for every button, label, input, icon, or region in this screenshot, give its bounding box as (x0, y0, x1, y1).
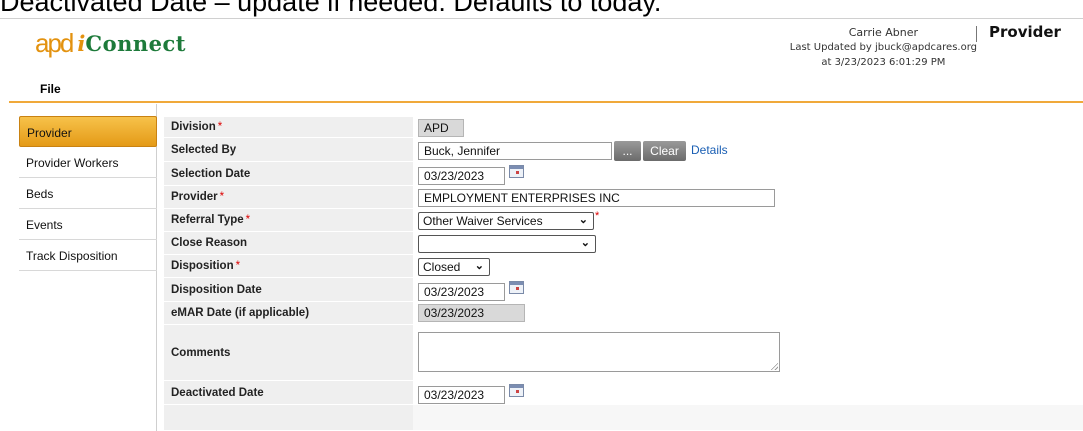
clear-button[interactable]: Clear (643, 141, 686, 161)
logo-mark: apd (35, 28, 74, 58)
selection-date-label: Selection Date (164, 162, 413, 185)
comments-row: Comments (164, 325, 1083, 381)
chevron-down-icon: ⌄ (474, 260, 484, 272)
deactivated-date-row: Deactivated Date 03/23/2023 (164, 381, 1083, 405)
app-logo: apd i Connect (35, 30, 186, 56)
instruction-caption: Deactivated Date – update if needed. Def… (0, 0, 662, 17)
last-updated-by: Last Updated by jbuck@apdcares.org (789, 42, 977, 53)
division-label: Division * (164, 117, 413, 137)
empty-label (164, 405, 413, 430)
deactivated-date-field[interactable]: 03/23/2023 (418, 386, 505, 404)
calendar-icon[interactable] (509, 165, 524, 178)
provider-field[interactable]: EMPLOYMENT ENTERPRISES INC (418, 189, 775, 207)
referral-type-label: Referral Type * (164, 209, 413, 231)
page-title: Provider (989, 23, 1061, 41)
empty-row (164, 405, 1083, 431)
provider-row: Provider * EMPLOYMENT ENTERPRISES INC (164, 186, 1083, 209)
menu-bar: File (9, 73, 1083, 103)
disposition-date-row: Disposition Date 03/23/2023 (164, 278, 1083, 302)
disposition-date-field[interactable]: 03/23/2023 (418, 283, 505, 301)
disposition-select[interactable]: Closed ⌄ (418, 258, 490, 276)
disposition-date-label: Disposition Date (164, 278, 413, 301)
division-row: Division * APD (164, 117, 1083, 138)
details-link[interactable]: Details (691, 143, 728, 157)
selected-by-field[interactable]: Buck, Jennifer (418, 142, 612, 160)
sidebar: Provider Provider Workers Beds Events Tr… (9, 104, 157, 431)
user-info: Carrie Abner Last Updated by jbuck@apdca… (790, 25, 977, 70)
division-field: APD (418, 119, 464, 137)
user-name: Carrie Abner (848, 26, 919, 39)
close-reason-select[interactable]: ⌄ (418, 235, 596, 253)
header-separator (976, 26, 977, 42)
resize-grip-icon[interactable] (770, 362, 778, 370)
emar-date-field: 03/23/2023 (418, 304, 525, 322)
comments-textarea[interactable] (418, 332, 780, 372)
emar-date-label: eMAR Date (if applicable) (164, 302, 413, 324)
referral-type-row: Referral Type * Other Waiver Services ⌄ * (164, 209, 1083, 232)
selection-date-field[interactable]: 03/23/2023 (418, 167, 505, 185)
calendar-icon[interactable] (509, 384, 524, 397)
calendar-icon[interactable] (509, 281, 524, 294)
sidebar-item-track-disposition[interactable]: Track Disposition (19, 240, 157, 271)
sidebar-item-beds[interactable]: Beds (19, 178, 157, 209)
selection-date-row: Selection Date 03/23/2023 (164, 162, 1083, 186)
logo-i: i (77, 30, 86, 56)
comments-label: Comments (164, 325, 413, 380)
top-divider (0, 18, 1083, 19)
selected-by-label: Selected By (164, 138, 413, 161)
last-updated-at: at 3/23/2023 6:01:29 PM (821, 57, 946, 68)
disposition-label: Disposition * (164, 255, 413, 277)
deactivated-date-label: Deactivated Date (164, 381, 413, 404)
close-reason-row: Close Reason ⌄ (164, 232, 1083, 255)
sidebar-item-provider[interactable]: Provider (19, 116, 157, 147)
chevron-down-icon: ⌄ (578, 214, 588, 226)
close-reason-label: Close Reason (164, 232, 413, 254)
referral-type-select[interactable]: Other Waiver Services ⌄ (418, 212, 594, 230)
disposition-row: Disposition * Closed ⌄ (164, 255, 1083, 278)
logo-text: Connect (85, 30, 186, 56)
emar-date-row: eMAR Date (if applicable) 03/23/2023 (164, 302, 1083, 325)
file-menu[interactable]: File (40, 82, 61, 96)
sidebar-item-provider-workers[interactable]: Provider Workers (19, 147, 157, 178)
required-star: * (595, 210, 600, 222)
selected-by-row: Selected By Buck, Jennifer ... Clear Det… (164, 138, 1083, 162)
lookup-button[interactable]: ... (614, 141, 641, 161)
chevron-down-icon: ⌄ (580, 237, 590, 249)
sidebar-item-events[interactable]: Events (19, 209, 157, 240)
provider-label: Provider * (164, 186, 413, 208)
